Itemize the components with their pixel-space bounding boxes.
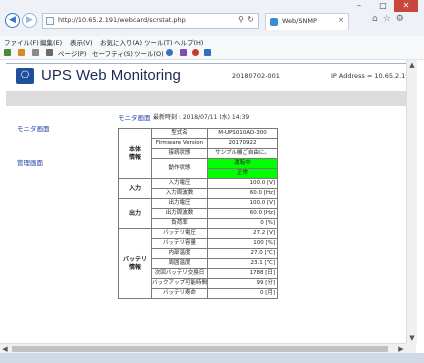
row-value: サンプル機ご自由に。 <box>207 148 279 159</box>
row-label: 次回バッテリ交換日 <box>150 268 209 279</box>
table-row: 出力 出力電圧 100.0 [V] <box>118 198 279 229</box>
row-value: M-UPS010AD-300 <box>207 128 279 139</box>
row-value: 0 [月] <box>207 288 279 299</box>
row-label: 出力周波数 <box>150 208 209 219</box>
table-row: 入力 入力電圧 100.0 [V] <box>118 178 279 199</box>
row-label: バッテリ寿命 <box>150 288 209 299</box>
home-icon[interactable] <box>4 49 11 56</box>
app-title: UPS Web Monitoring <box>41 67 181 84</box>
browser-tab[interactable]: Web/SNMP × <box>265 13 349 30</box>
tab-close-icon[interactable]: × <box>338 16 344 24</box>
last-update-time: 最新時刻 : 2018/07/11 (水) 14:39 <box>153 114 250 121</box>
mail-icon[interactable] <box>32 49 39 56</box>
row-label: 接続状態 <box>150 148 209 159</box>
scroll-up-icon[interactable]: ▲ <box>407 60 417 70</box>
print-icon[interactable] <box>46 49 53 56</box>
status-badge: 運転中 <box>207 158 279 169</box>
row-value: 100 [%] <box>207 238 279 249</box>
vertical-scrollbar[interactable]: ▲ ▼ <box>406 60 417 343</box>
row-value: 99 [分] <box>207 278 279 289</box>
group-main-info: 本体 情報 <box>118 128 152 179</box>
row-value: 0 [%] <box>207 218 279 229</box>
scroll-down-icon[interactable]: ▼ <box>407 333 417 343</box>
table-row: 本体 情報 型式名 M-UPS010AD-300 <box>118 128 279 179</box>
page-heading: モニタ画面 <box>118 114 151 122</box>
row-label: 内部温度 <box>150 248 209 259</box>
header-divider-band <box>6 91 406 106</box>
menu-file[interactable]: ファイル(F) <box>4 37 39 47</box>
row-value: 27.0 [℃] <box>207 248 279 259</box>
refresh-icon[interactable]: ↻ <box>247 15 254 24</box>
menu-help[interactable]: ヘルプ(H) <box>174 37 203 47</box>
row-label: 入力周波数 <box>150 188 209 199</box>
row-value: 100.0 [V] <box>207 198 279 209</box>
row-value: 60.0 [Hz] <box>207 208 279 219</box>
row-label: 入力電圧 <box>150 178 209 189</box>
menu-tools[interactable]: ツール(T) <box>144 37 173 47</box>
menu-bar: ファイル(F) 編集(E) 表示(V) お気に入り(A) ツール(T) ヘルプ(… <box>0 36 424 47</box>
page-menu[interactable]: ページ(P) <box>58 48 86 58</box>
safety-menu[interactable]: セーフティ(S) <box>92 48 133 58</box>
row-label: バックアップ可能時間 <box>150 278 209 289</box>
horizontal-scroll-thumb[interactable] <box>12 346 388 352</box>
sidebar-link-admin[interactable]: 管理画面 <box>17 157 43 167</box>
url-text: http://10.65.2.191/webcard/scrstat.php <box>58 16 186 24</box>
group-battery-info: バッテリ 情報 <box>118 228 152 299</box>
page-header: ⎔ UPS Web Monitoring 20180702-001 IP Add… <box>6 63 414 92</box>
forward-button[interactable]: ▶ <box>22 13 37 28</box>
row-label: バッテリ電圧 <box>150 228 209 239</box>
ups-logo-icon: ⎔ <box>16 68 34 84</box>
addon-icon[interactable] <box>192 49 199 56</box>
address-bar[interactable]: http://10.65.2.191/webcard/scrstat.php ⚲… <box>42 13 259 29</box>
menu-edit[interactable]: 編集(E) <box>40 37 62 47</box>
back-button[interactable]: ◀ <box>5 13 20 28</box>
row-value: 1788 [日] <box>207 268 279 279</box>
blog-icon[interactable] <box>204 49 211 56</box>
row-label: Firmware Version <box>150 138 209 149</box>
help-icon[interactable] <box>166 49 173 56</box>
window-frame-edge <box>0 353 424 363</box>
tab-title: Web/SNMP <box>282 17 317 25</box>
table-row: バッテリ 情報 バッテリ電圧 27.2 [V] <box>118 228 279 299</box>
group-input: 入力 <box>118 178 152 199</box>
row-value: 20170922 <box>207 138 279 149</box>
group-output: 出力 <box>118 198 152 229</box>
row-value: 60.0 [Hz] <box>207 188 279 199</box>
tools-menu[interactable]: ツール(O) <box>134 48 164 58</box>
maximize-button[interactable]: □ <box>372 0 394 12</box>
close-button[interactable]: ✕ <box>394 0 418 12</box>
sidebar-link-monitor[interactable]: モニタ画面 <box>17 123 50 133</box>
row-label: 型式名 <box>150 128 209 139</box>
feeds-icon[interactable] <box>18 49 25 56</box>
row-label: 周囲温度 <box>150 258 209 269</box>
row-label: 動作状態 <box>150 158 209 179</box>
status-badge: 正常 <box>207 168 279 179</box>
page-icon <box>46 17 54 25</box>
row-value: 27.2 [V] <box>207 228 279 239</box>
browser-window: ◀ ▶ http://10.65.2.191/webcard/scrstat.p… <box>0 0 424 363</box>
device-id: 20180702-001 <box>232 72 280 80</box>
tab-favicon-icon <box>270 18 278 26</box>
research-icon[interactable] <box>180 49 187 56</box>
scrollbar-corner <box>406 343 416 353</box>
row-label: 負荷率 <box>150 218 209 229</box>
row-label: バッテリ容量 <box>150 238 209 249</box>
search-icon[interactable]: ⚲ <box>238 15 244 24</box>
status-table: 本体 情報 型式名 M-UPS010AD-300 Firmware Versio… <box>118 128 279 299</box>
home-favorites-settings-icons[interactable]: ⌂☆⚙ <box>372 14 409 24</box>
row-label: 出力電圧 <box>150 198 209 209</box>
command-bar: ページ(P) セーフティ(S) ツール(O) <box>0 47 424 60</box>
row-value: 23.1 [℃] <box>207 258 279 269</box>
minimize-button[interactable]: – <box>348 0 370 12</box>
ip-address: IP Address = 10.65.2.191 <box>331 72 414 80</box>
browser-titlebar: ◀ ▶ http://10.65.2.191/webcard/scrstat.p… <box>0 0 424 36</box>
menu-view[interactable]: 表示(V) <box>70 37 93 47</box>
row-value: 100.0 [V] <box>207 178 279 189</box>
menu-favorites[interactable]: お気に入り(A) <box>100 37 142 47</box>
